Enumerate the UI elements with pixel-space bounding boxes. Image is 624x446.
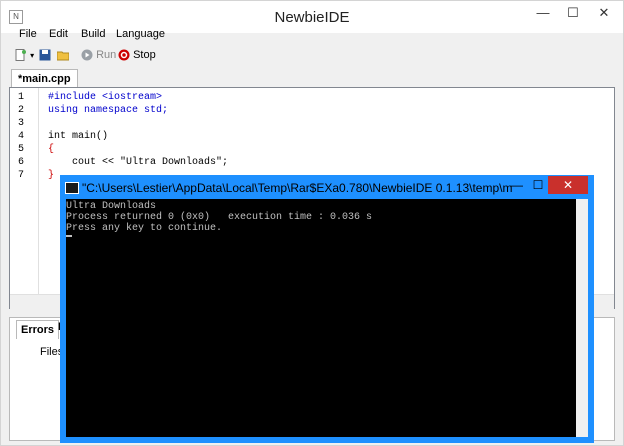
line-number: 4 [18,131,25,142]
stop-label: Stop [133,49,156,61]
stop-icon [118,49,130,61]
open-button[interactable] [57,47,69,63]
line-number: 5 [18,144,25,155]
new-file-icon [15,49,26,62]
menubar: File Edit Build Language [1,27,623,45]
console-line: Press any key to continue. [66,223,223,234]
run-label: Run [96,49,117,61]
tab-errors[interactable]: Errors [16,320,60,339]
console-window[interactable]: "C:\Users\Lestier\AppData\Local\Temp\Rar… [60,175,594,443]
console-icon [65,182,79,194]
console-minimize-button[interactable]: — [502,176,532,194]
line-number: 2 [18,105,25,116]
line-number: 7 [18,170,25,181]
line-number: 1 [18,92,25,103]
code-line: } [48,170,55,181]
new-file-button[interactable]: ▾ [15,47,34,63]
menu-file[interactable]: File [19,28,37,40]
code-line: int main() [48,131,109,142]
code-line: cout << "Ultra Downloads"; [48,157,229,168]
save-icon [39,49,51,61]
run-button[interactable]: Run [81,47,116,63]
console-vertical-scrollbar[interactable] [576,199,588,437]
console-close-button[interactable]: ✕ [548,176,588,194]
console-line: Ultra Downloads [66,201,157,212]
line-number: 6 [18,157,25,168]
tab-main-cpp[interactable]: *main.cpp [11,69,78,88]
toolbar: ▾ Run Stop [1,45,623,65]
menu-build[interactable]: Build [81,28,105,40]
line-number: 3 [18,118,25,129]
menu-language[interactable]: Language [116,28,165,40]
console-cursor [66,235,72,237]
save-button[interactable] [39,47,51,63]
code-line: using namespace std; [48,105,169,116]
line-gutter: 1 2 3 4 5 6 7 [10,88,39,294]
tabstrip: *main.cpp [7,67,619,88]
maximize-button[interactable]: ☐ [558,3,588,23]
menu-edit[interactable]: Edit [49,28,68,40]
stop-button[interactable]: Stop [118,47,156,63]
console-maximize-button[interactable]: ☐ [532,176,544,194]
console-output: Ultra Downloads Process returned 0 (0x0)… [66,199,576,437]
code-line: #include <iostream> [48,92,163,103]
minimize-button[interactable]: — [528,3,558,23]
close-button[interactable]: ✕ [588,3,620,23]
code-line: { [48,144,55,155]
console-line: Process returned 0 (0x0) execution time … [66,212,373,223]
run-icon [81,49,93,61]
folder-icon [57,51,69,61]
console-title: "C:\Users\Lestier\AppData\Local\Temp\Rar… [82,181,512,195]
